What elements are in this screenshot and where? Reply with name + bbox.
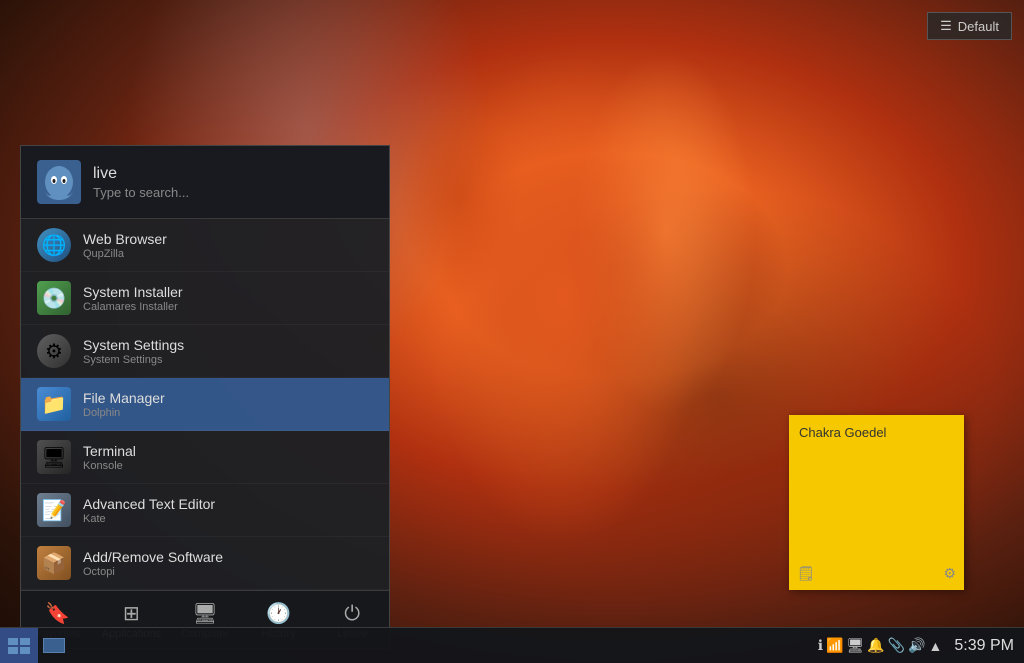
text-editor-icon: 📝: [37, 493, 71, 527]
menu-username: live: [93, 165, 189, 183]
taskbar-alert-icon[interactable]: 🔔: [867, 637, 884, 654]
sys-settings-name: System Settings: [83, 337, 184, 353]
file-manager-sub: Dolphin: [83, 407, 165, 419]
menu-item-add-remove[interactable]: 📦 Add/Remove SoftwareOctopi: [21, 537, 389, 590]
avatar-icon: [41, 164, 77, 200]
web-browser-icon: 🌐: [37, 228, 71, 262]
menu-items-list: 🌐 Web BrowserQupZilla 💿 System InstallerCal…: [21, 219, 389, 590]
add-remove-name: Add/Remove Software: [83, 549, 223, 565]
taskbar-applet[interactable]: [0, 628, 38, 663]
sys-settings-icon: ⚙: [37, 334, 71, 368]
file-manager-name: File Manager: [83, 390, 165, 406]
taskbar-right: ℹ 📶 🖥 🔔 📎 🔊 ▲ 5:39 PM: [818, 637, 1024, 655]
sys-installer-sub: Calamares Installer: [83, 301, 183, 313]
menu-user-info: live Type to search...: [93, 165, 189, 200]
menu-item-file-manager[interactable]: 📁 File ManagerDolphin: [21, 378, 389, 431]
sticky-note-icon-right[interactable]: ⚙: [943, 565, 956, 582]
file-manager-text: File ManagerDolphin: [83, 390, 165, 419]
add-remove-icon: 📦: [37, 546, 71, 580]
taskbar-display-icon[interactable]: 🖥: [846, 637, 864, 654]
menu-tab-applications-icon: ⊞: [123, 604, 140, 624]
menu-search-hint[interactable]: Type to search...: [93, 185, 189, 200]
taskbar-system-icons: ℹ 📶 🖥 🔔 📎 🔊 ▲: [818, 637, 943, 654]
menu-item-sys-settings[interactable]: ⚙ System SettingsSystem Settings: [21, 325, 389, 378]
desktop: ☰ Default Chakra Goedel 🗒 ⚙ li: [0, 0, 1024, 663]
menu-header: live Type to search...: [21, 146, 389, 219]
menu-tab-favorites-icon: 🔖: [45, 604, 70, 624]
default-label: Default: [958, 19, 999, 34]
taskbar-volume-icon[interactable]: 🔊: [908, 637, 925, 654]
taskbar-window-button[interactable]: [38, 628, 70, 663]
menu-tab-computer-icon: 🖥: [192, 604, 217, 624]
taskbar: ℹ 📶 🖥 🔔 📎 🔊 ▲ 5:39 PM: [0, 627, 1024, 663]
text-editor-sub: Kate: [83, 513, 215, 525]
taskbar-grid-icon: [8, 638, 30, 654]
menu-item-text-editor[interactable]: 📝 Advanced Text EditorKate: [21, 484, 389, 537]
sys-settings-text: System SettingsSystem Settings: [83, 337, 184, 366]
sys-settings-sub: System Settings: [83, 354, 184, 366]
sticky-note-title: Chakra Goedel: [799, 425, 954, 440]
sys-installer-name: System Installer: [83, 284, 183, 300]
menu-avatar: [37, 160, 81, 204]
web-browser-text: Web BrowserQupZilla: [83, 231, 167, 260]
text-editor-text: Advanced Text EditorKate: [83, 496, 215, 525]
sticky-note: Chakra Goedel 🗒 ⚙: [789, 415, 964, 590]
taskbar-left: [0, 628, 70, 663]
text-editor-name: Advanced Text Editor: [83, 496, 215, 512]
terminal-icon: 🖥: [37, 440, 71, 474]
terminal-sub: Konsole: [83, 460, 136, 472]
taskbar-window-thumb: [43, 638, 65, 653]
add-remove-sub: Octopi: [83, 566, 223, 578]
taskbar-info-icon[interactable]: ℹ: [818, 637, 823, 654]
file-manager-icon: 📁: [37, 387, 71, 421]
terminal-name: Terminal: [83, 443, 136, 459]
menu-item-sys-installer[interactable]: 💿 System InstallerCalamares Installer: [21, 272, 389, 325]
sys-installer-icon: 💿: [37, 281, 71, 315]
default-button[interactable]: ☰ Default: [927, 12, 1012, 40]
menu-item-web-browser[interactable]: 🌐 Web BrowserQupZilla: [21, 219, 389, 272]
sticky-note-icon-left[interactable]: 🗒: [797, 565, 815, 582]
terminal-text: TerminalKonsole: [83, 443, 136, 472]
taskbar-network-icon[interactable]: 📶: [826, 637, 843, 654]
add-remove-text: Add/Remove SoftwareOctopi: [83, 549, 223, 578]
menu-item-terminal[interactable]: 🖥 TerminalKonsole: [21, 431, 389, 484]
web-browser-sub: QupZilla: [83, 248, 167, 260]
app-menu: live Type to search... 🌐 Web BrowserQupZi…: [20, 145, 390, 649]
taskbar-time: 5:39 PM: [954, 637, 1014, 655]
taskbar-arrow-icon[interactable]: ▲: [929, 638, 943, 654]
sys-installer-text: System InstallerCalamares Installer: [83, 284, 183, 313]
menu-lines-icon: ☰: [940, 18, 952, 34]
web-browser-name: Web Browser: [83, 231, 167, 247]
menu-tab-leave-icon: ⏻: [344, 604, 360, 624]
menu-tab-history-icon: 🕐: [266, 604, 291, 624]
taskbar-clip-icon[interactable]: 📎: [888, 637, 905, 654]
